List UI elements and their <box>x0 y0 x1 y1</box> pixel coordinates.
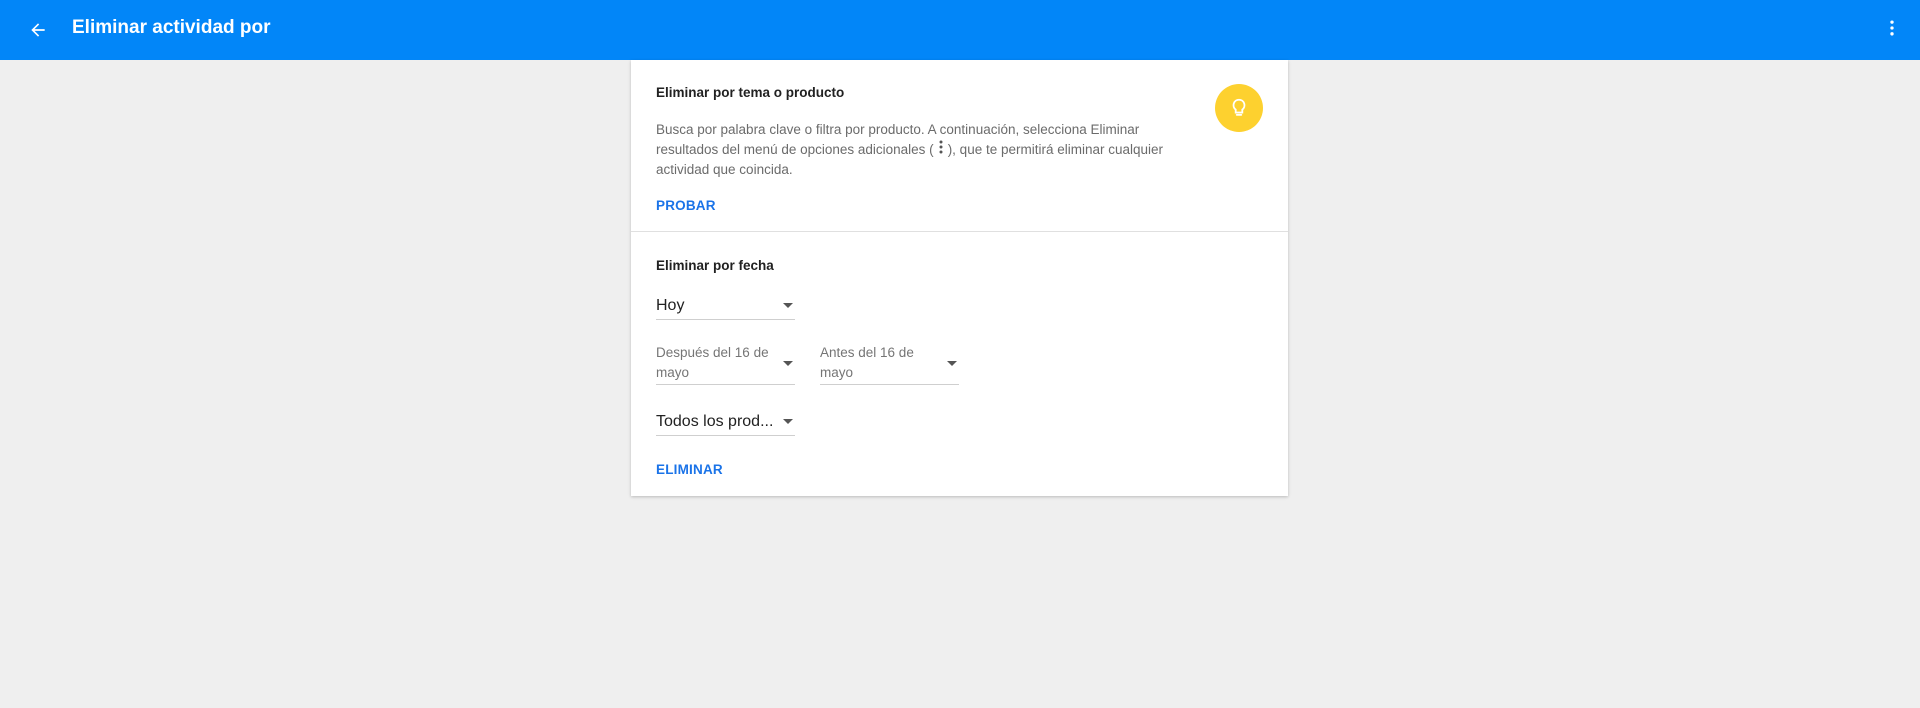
lightbulb-icon <box>1232 98 1246 116</box>
section-divider <box>631 231 1288 232</box>
before-date-value: Antes del 16 de mayo <box>820 345 914 380</box>
delete-activity-card: Eliminar por tema o producto Busca por p… <box>631 60 1288 496</box>
date-section-title: Eliminar por fecha <box>656 258 774 273</box>
more-vert-inline-icon <box>938 140 944 160</box>
after-date-select[interactable]: Después del 16 de mayo <box>656 343 795 385</box>
dropdown-caret-icon <box>783 303 793 308</box>
dropdown-caret-icon <box>947 361 957 366</box>
try-button[interactable]: PROBAR <box>656 197 716 215</box>
delete-button[interactable]: ELIMINAR <box>656 461 723 479</box>
more-vert-icon <box>1890 20 1894 36</box>
back-button[interactable] <box>22 14 54 46</box>
page-title: Eliminar actividad por <box>72 17 271 38</box>
topic-section-title: Eliminar por tema o producto <box>656 85 845 100</box>
topic-section-description: Busca por palabra clave o filtra por pro… <box>656 120 1196 180</box>
after-date-value: Después del 16 de mayo <box>656 345 769 380</box>
before-date-select[interactable]: Antes del 16 de mayo <box>820 343 959 385</box>
arrow-back-icon <box>31 23 45 37</box>
dropdown-caret-icon <box>783 419 793 424</box>
tip-badge <box>1215 84 1263 132</box>
date-range-select[interactable]: Hoy <box>656 292 795 320</box>
product-value: Todos los prod... <box>656 413 774 430</box>
more-options-button[interactable] <box>1876 12 1908 44</box>
product-select[interactable]: Todos los prod... <box>656 408 795 436</box>
app-bar: Eliminar actividad por <box>0 0 1920 60</box>
dropdown-caret-icon <box>783 361 793 366</box>
date-range-value: Hoy <box>656 297 685 314</box>
